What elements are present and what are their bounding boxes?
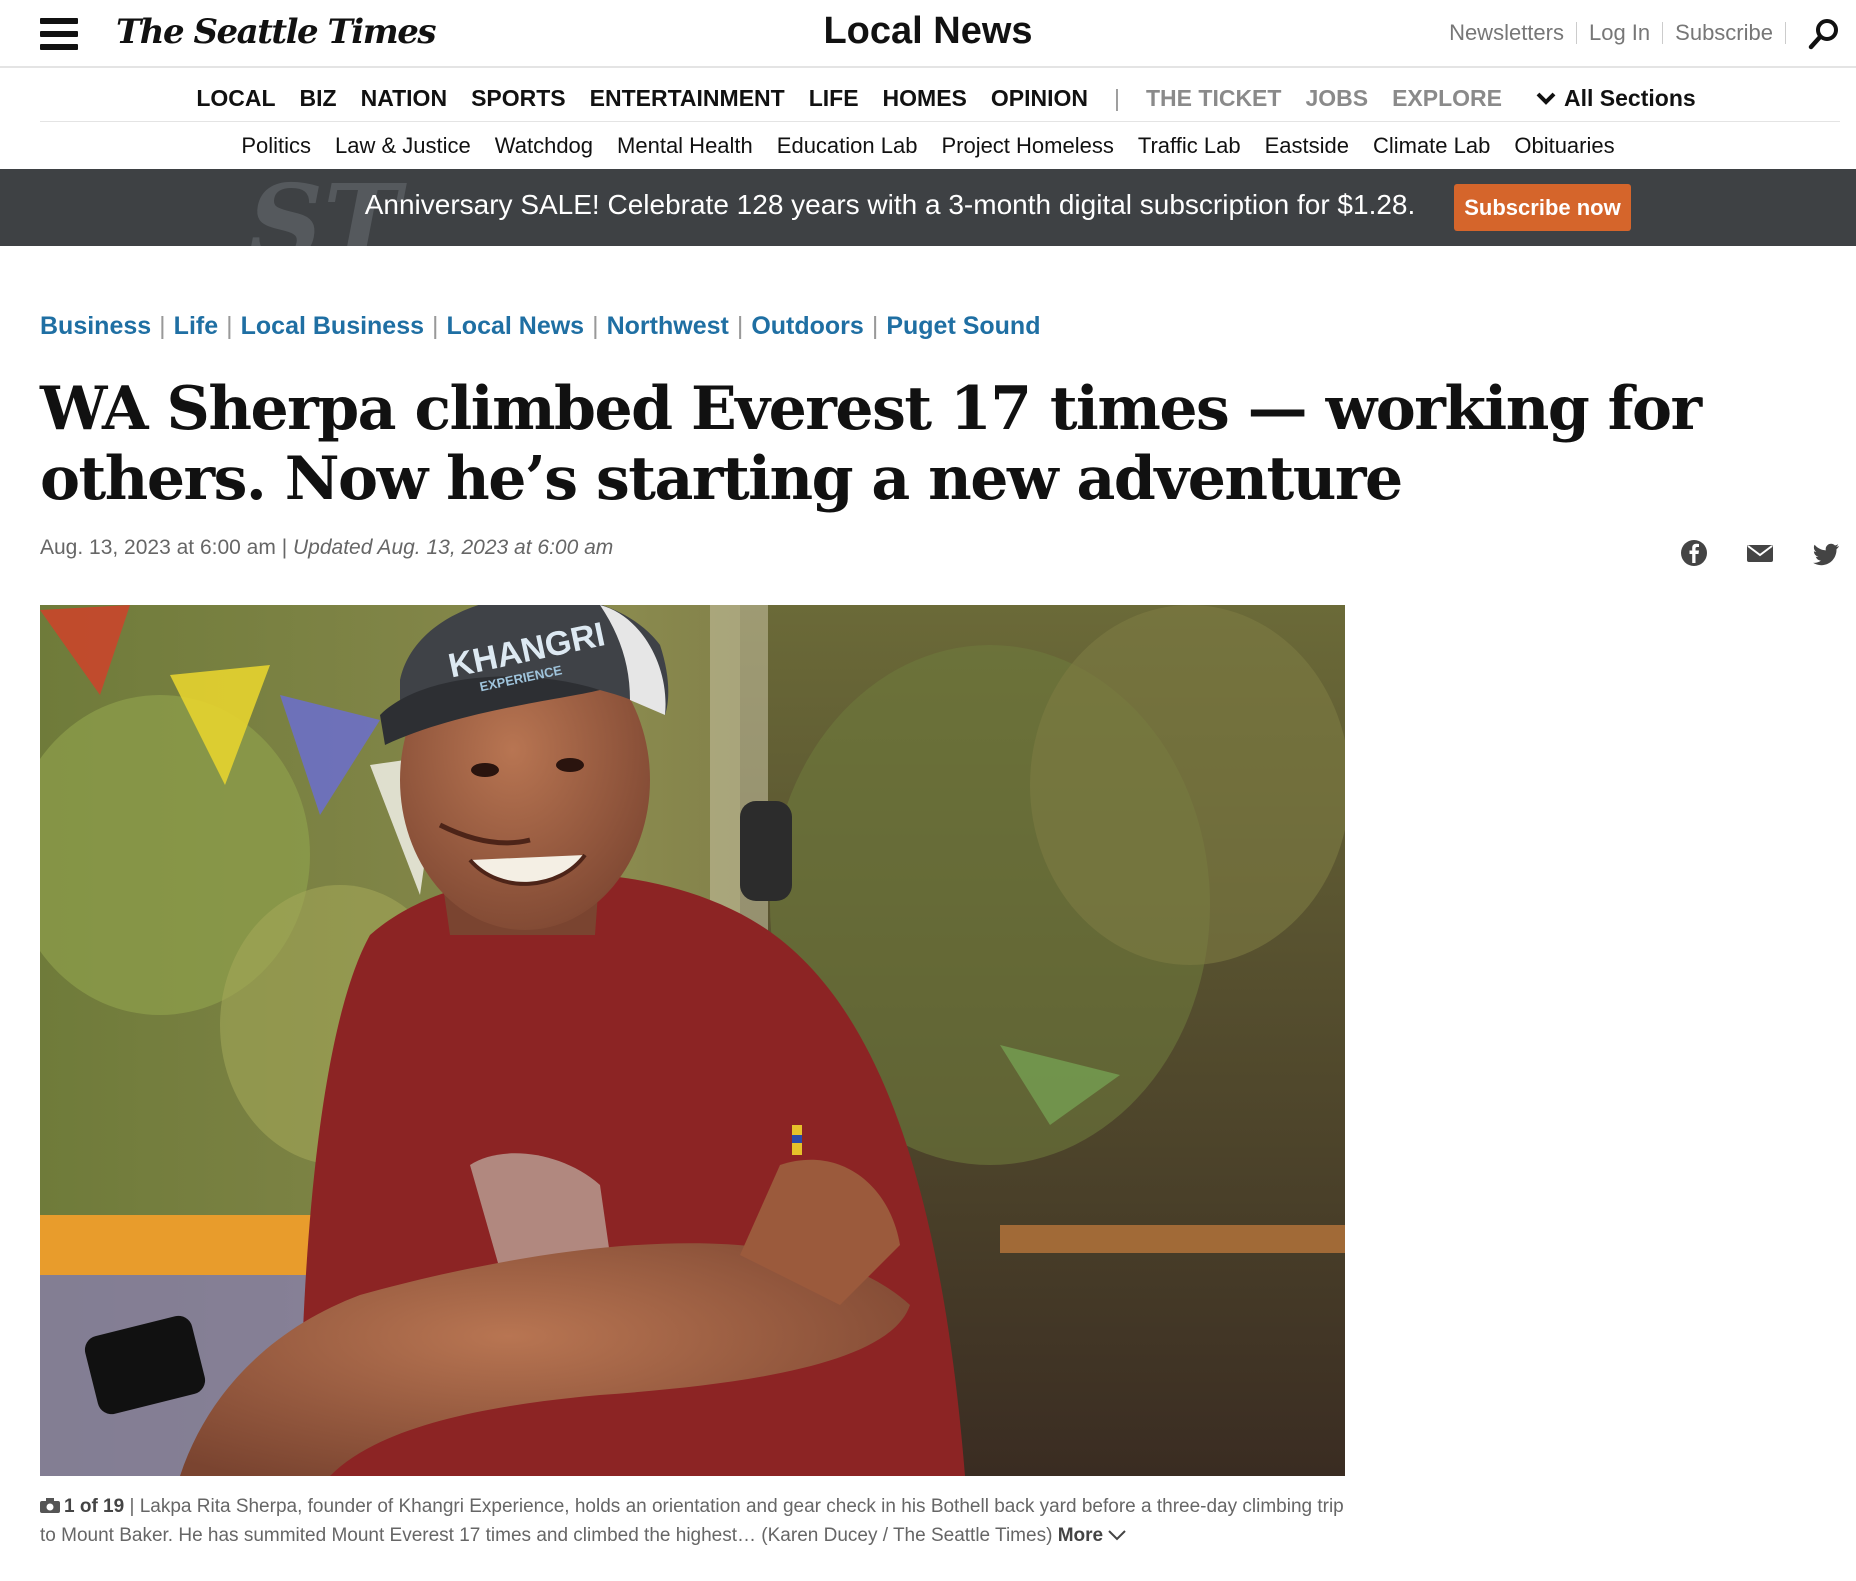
nav-nation[interactable]: NATION (361, 85, 447, 112)
subnav-mental-health[interactable]: Mental Health (617, 133, 753, 159)
subnav-law-justice[interactable]: Law & Justice (335, 133, 471, 159)
article-headline: WA Sherpa climbed Everest 17 times — wor… (40, 374, 1702, 514)
nav-opinion[interactable]: OPINION (991, 85, 1088, 112)
caption-more-button[interactable]: More (1058, 1525, 1127, 1546)
sub-nav: Politics Law & Justice Watchdog Mental H… (0, 128, 1856, 164)
subnav-traffic-lab[interactable]: Traffic Lab (1138, 133, 1241, 159)
tag-northwest[interactable]: Northwest (607, 312, 729, 341)
caption-divider: | (129, 1496, 140, 1517)
subnav-climate-lab[interactable]: Climate Lab (1373, 133, 1490, 159)
facebook-icon[interactable] (1679, 538, 1709, 568)
tag-separator: | (432, 312, 439, 340)
date-separator: | (281, 536, 293, 559)
newsletters-link[interactable]: Newsletters (1437, 20, 1576, 46)
main-nav: LOCAL BIZ NATION SPORTS ENTERTAINMENT LI… (40, 76, 1840, 122)
subnav-eastside[interactable]: Eastside (1265, 133, 1349, 159)
all-sections-button[interactable]: All Sections (1536, 85, 1696, 112)
subscribe-now-button[interactable]: Subscribe now (1454, 184, 1631, 231)
tag-separator: | (159, 312, 166, 340)
caption-text: Lakpa Rita Sherpa, founder of Khangri Ex… (40, 1496, 1344, 1546)
subnav-politics[interactable]: Politics (241, 133, 311, 159)
nav-explore[interactable]: EXPLORE (1392, 85, 1502, 112)
top-bar: The Seattle Times Local News Newsletters… (0, 0, 1856, 68)
search-icon[interactable] (1806, 16, 1842, 52)
topic-tags: Business | Life | Local Business | Local Ne… (40, 312, 1040, 341)
tag-puget-sound[interactable]: Puget Sound (886, 312, 1040, 341)
twitter-icon[interactable] (1812, 538, 1842, 568)
published-date: Aug. 13, 2023 at 6:00 am (40, 536, 276, 559)
tag-separator: | (736, 312, 744, 340)
subnav-obituaries[interactable]: Obituaries (1514, 133, 1614, 159)
more-label: More (1057, 1525, 1104, 1546)
nav-jobs[interactable]: JOBS (1305, 85, 1368, 112)
nav-homes[interactable]: HOMES (883, 85, 967, 112)
lead-photo[interactable]: KHANGRI EXPERIENCE (40, 605, 1345, 1476)
photo-caption: 1 of 19 | Lakpa Rita Sherpa, founder of … (40, 1492, 1350, 1550)
updated-date: Updated Aug. 13, 2023 at 6:00 am (292, 536, 614, 559)
nav-the-ticket[interactable]: THE TICKET (1146, 85, 1281, 112)
subnav-watchdog[interactable]: Watchdog (495, 133, 593, 159)
tag-local-news[interactable]: Local News (447, 312, 585, 341)
tag-separator: | (592, 312, 599, 340)
subscribe-link[interactable]: Subscribe (1663, 20, 1785, 46)
camera-icon (40, 1498, 60, 1513)
subnav-education-lab[interactable]: Education Lab (777, 133, 918, 159)
tag-separator: | (226, 312, 233, 340)
nav-biz[interactable]: BIZ (300, 85, 337, 112)
login-link[interactable]: Log In (1577, 20, 1662, 46)
chevron-down-icon (1536, 92, 1556, 105)
nav-entertainment[interactable]: ENTERTAINMENT (590, 85, 785, 112)
article-dateline: Aug. 13, 2023 at 6:00 am | Updated Aug. … (40, 536, 613, 560)
tag-local-business[interactable]: Local Business (241, 312, 424, 341)
photo-counter: 1 of 19 (64, 1496, 125, 1517)
account-links: Newsletters Log In Subscribe (1437, 20, 1786, 46)
tag-life[interactable]: Life (174, 312, 218, 341)
nav-divider: | (1114, 85, 1120, 111)
all-sections-label: All Sections (1564, 85, 1696, 111)
nav-sports[interactable]: SPORTS (471, 85, 566, 112)
tag-separator: | (871, 312, 879, 340)
nav-local[interactable]: LOCAL (196, 85, 275, 112)
chevron-down-icon (1108, 1530, 1127, 1541)
tag-outdoors[interactable]: Outdoors (751, 312, 864, 341)
promo-text: Anniversary SALE! Celebrate 128 years wi… (364, 189, 1416, 220)
promo-banner: ST Anniversary SALE! Celebrate 128 years… (0, 169, 1856, 246)
nav-life[interactable]: LIFE (809, 85, 859, 112)
subnav-project-homeless[interactable]: Project Homeless (941, 133, 1113, 159)
email-icon[interactable] (1745, 538, 1775, 568)
divider (1785, 22, 1786, 44)
tag-business[interactable]: Business (40, 312, 151, 341)
